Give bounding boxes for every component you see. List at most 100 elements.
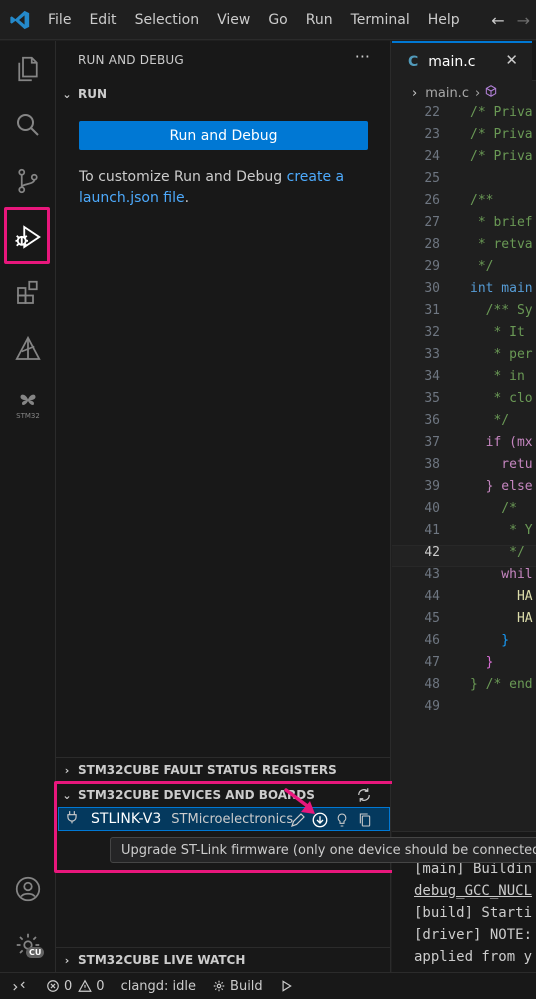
line-number: 47 <box>424 655 440 670</box>
code-line[interactable]: 49 <box>392 699 536 721</box>
menu-run[interactable]: Run <box>297 0 342 40</box>
build-button[interactable]: Build <box>204 973 271 999</box>
code-line[interactable]: 27 * brief <box>392 215 536 237</box>
menu-help[interactable]: Help <box>419 0 469 40</box>
code-line[interactable]: 29 */ <box>392 259 536 281</box>
line-number: 46 <box>424 633 440 648</box>
pointer-arrow-icon <box>284 788 315 814</box>
menu-view[interactable]: View <box>208 0 259 40</box>
fault-status-section-header[interactable]: › STM32CUBE FAULT STATUS REGISTERS <box>56 758 391 782</box>
search-icon[interactable] <box>0 97 56 153</box>
line-text: if (mx <box>470 435 533 450</box>
menu-edit[interactable]: Edit <box>80 0 125 40</box>
run-section-title: RUN <box>78 87 108 101</box>
more-actions-icon[interactable]: ··· <box>355 47 370 66</box>
code-line[interactable]: 34 * in <box>392 369 536 391</box>
code-line[interactable]: 43 whil <box>392 567 536 589</box>
code-line[interactable]: 32 * It <box>392 325 536 347</box>
run-help-text: To customize Run and Debug create a laun… <box>79 167 369 209</box>
remote-indicator-icon[interactable] <box>0 973 38 999</box>
code-line[interactable]: 48} /* end <box>392 677 536 699</box>
code-line[interactable]: 28 * retva <box>392 237 536 259</box>
code-line[interactable]: 38 retu <box>392 457 536 479</box>
menu-bar: File Edit Selection View Go Run Terminal… <box>40 0 469 40</box>
code-line[interactable]: 42 */ <box>392 545 536 567</box>
explorer-icon[interactable] <box>0 41 56 97</box>
code-line[interactable]: 40 /* <box>392 501 536 523</box>
run-help-suffix: . <box>184 190 190 206</box>
chevron-down-icon: ⌄ <box>62 87 72 101</box>
code-line[interactable]: 47 } <box>392 655 536 677</box>
copy-icon[interactable] <box>355 810 375 830</box>
line-number: 45 <box>424 611 440 626</box>
symbol-method-icon[interactable] <box>484 84 498 102</box>
live-watch-section-header[interactable]: › STM32CUBE LIVE WATCH <box>56 948 391 972</box>
close-icon[interactable]: ✕ <box>505 51 518 69</box>
line-text: retu <box>470 457 533 472</box>
code-line[interactable]: 30 int main <box>392 281 536 303</box>
code-line[interactable]: 41 * Y <box>392 523 536 545</box>
extensions-icon[interactable] <box>0 265 56 321</box>
line-text: * brief <box>470 215 533 230</box>
activity-bar: STM32 CU <box>0 41 56 972</box>
code-line[interactable]: 22 /* Priva <box>392 105 536 127</box>
output-line[interactable]: debug_GCC_NUCL <box>414 883 532 899</box>
editor-area: C main.c ✕ › main.c › 22 /* Priva 23 /* Pri… <box>392 41 536 831</box>
code-line[interactable]: 25 <box>392 171 536 193</box>
code-line[interactable]: 31 /** Sy <box>392 303 536 325</box>
source-control-icon[interactable] <box>0 153 56 209</box>
code-line[interactable]: 26 /** <box>392 193 536 215</box>
code-line[interactable]: 45 HA <box>392 611 536 633</box>
code-line[interactable]: 39 } else <box>392 479 536 501</box>
status-bar: 0 0 clangd: idle Build <box>0 972 536 999</box>
accounts-icon[interactable] <box>0 861 56 917</box>
code-line[interactable]: 35 * clo <box>392 391 536 413</box>
back-arrow-icon[interactable]: ← <box>491 11 504 30</box>
lightbulb-icon[interactable] <box>332 810 352 830</box>
manage-gear-icon[interactable]: CU <box>0 917 56 973</box>
forward-arrow-icon[interactable]: → <box>517 11 530 30</box>
upgrade-firmware-tooltip: Upgrade ST-Link firmware (only one devic… <box>110 837 536 863</box>
stm32-icon[interactable]: STM32 <box>0 377 56 433</box>
editor-tab-bar: C main.c ✕ <box>392 41 536 81</box>
code-line[interactable]: 44 HA <box>392 589 536 611</box>
refresh-icon[interactable] <box>355 786 373 807</box>
breadcrumb-file[interactable]: main.c <box>425 86 469 101</box>
cmake-icon[interactable] <box>0 321 56 377</box>
breadcrumb-chevron-icon: › <box>474 85 481 101</box>
problems-indicator[interactable]: 0 0 <box>38 973 113 999</box>
fault-status-title: STM32CUBE FAULT STATUS REGISTERS <box>78 763 337 777</box>
run-play-icon[interactable] <box>271 973 301 999</box>
line-number: 24 <box>424 149 440 164</box>
plug-icon <box>59 809 85 829</box>
output-line: [build] Starti <box>414 905 533 921</box>
error-count: 0 <box>64 978 73 994</box>
code-line[interactable]: 36 */ <box>392 413 536 435</box>
line-number: 23 <box>424 127 440 142</box>
menu-terminal[interactable]: Terminal <box>342 0 419 40</box>
devices-section-header[interactable]: ⌄ STM32CUBE DEVICES AND BOARDS <box>56 783 391 807</box>
menu-file[interactable]: File <box>40 0 80 40</box>
line-number: 39 <box>424 479 440 494</box>
code-line[interactable]: 33 * per <box>392 347 536 369</box>
clangd-status[interactable]: clangd: idle <box>113 973 204 999</box>
line-number: 36 <box>424 413 440 428</box>
tab-main-c[interactable]: C main.c ✕ <box>392 41 532 81</box>
run-and-debug-button[interactable]: Run and Debug <box>79 121 368 150</box>
error-icon <box>47 980 59 992</box>
code-line[interactable]: 24 /* Priva <box>392 149 536 171</box>
devices-section-title: STM32CUBE DEVICES AND BOARDS <box>78 788 315 802</box>
run-section-header[interactable]: ⌄ RUN <box>56 82 391 106</box>
device-vendor: STMicroelectronics <box>171 811 294 827</box>
menu-go[interactable]: Go <box>259 0 296 40</box>
run-and-debug-icon[interactable] <box>0 209 56 265</box>
code-line[interactable]: 23 /* Priva <box>392 127 536 149</box>
code-line[interactable]: 37 if (mx <box>392 435 536 457</box>
tab-filename: main.c <box>428 54 476 70</box>
line-number: 32 <box>424 325 440 340</box>
menu-selection[interactable]: Selection <box>126 0 209 40</box>
device-row-stlink[interactable]: STLINK-V3 STMicroelectronics <box>58 807 390 831</box>
code-line[interactable]: 46 } <box>392 633 536 655</box>
line-number: 27 <box>424 215 440 230</box>
live-watch-title: STM32CUBE LIVE WATCH <box>78 953 246 967</box>
